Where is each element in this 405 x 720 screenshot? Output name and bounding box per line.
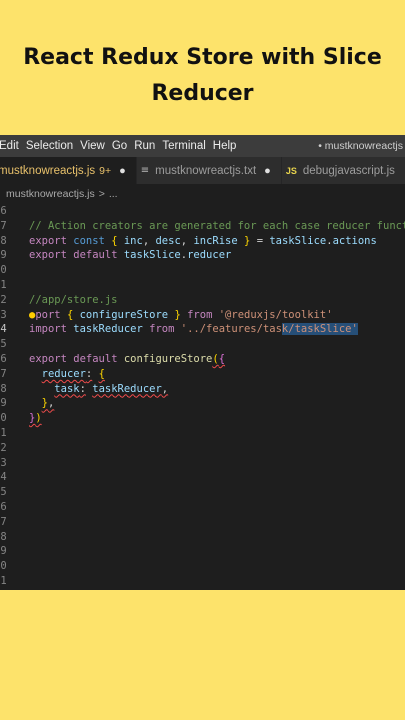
tab-mustknowreactjs-js[interactable]: mustknowreactjs.js 9+ ●	[0, 157, 137, 184]
line-number: 39	[0, 249, 7, 262]
code-token: const	[73, 234, 105, 247]
code-token: export	[29, 353, 67, 365]
chevron-right-icon: >	[98, 188, 105, 200]
menu-terminal[interactable]: Terminal	[161, 140, 211, 152]
code-token: reducer	[187, 249, 232, 262]
code-token: inc	[123, 234, 143, 247]
code-token: taskSlice	[269, 234, 327, 247]
unsaved-dot-icon[interactable]: ●	[264, 165, 271, 177]
breadcrumb-file[interactable]: mustknowreactjs.js	[6, 188, 95, 200]
text-file-icon: ≡	[140, 165, 150, 176]
menu-help[interactable]: Help	[212, 140, 243, 152]
line-number: 47	[0, 367, 7, 380]
menu-run[interactable]: Run	[133, 140, 161, 152]
code-token: '../features/tas	[180, 323, 282, 336]
code-token: configureStore	[123, 353, 213, 365]
code-token: port	[35, 308, 61, 321]
code-token: incRise	[193, 234, 238, 247]
code-token: default	[73, 353, 118, 365]
line-number: 56	[0, 501, 7, 513]
line-number: 55	[0, 486, 7, 499]
menu-edit[interactable]: Edit	[0, 140, 25, 152]
tab-label: mustknowreactjs.txt	[155, 164, 257, 177]
line-number: 58	[0, 530, 7, 543]
line-number: 45	[0, 338, 7, 351]
code-token: actions	[332, 234, 377, 247]
line-number: 42	[0, 293, 7, 306]
line-number: 54	[0, 471, 7, 484]
line-number: 57	[0, 515, 7, 528]
code-token: default	[73, 249, 118, 262]
tab-mustknowreactjs-txt[interactable]: ≡ mustknowreactjs.txt ●	[136, 157, 282, 184]
breadcrumb-more[interactable]: ...	[109, 188, 118, 200]
code-token: '@reduxjs/toolkit'	[218, 308, 333, 321]
code-token: taskReducer	[92, 382, 162, 395]
tab-label: mustknowreactjs.js	[0, 164, 96, 177]
code-token: task	[54, 382, 80, 395]
line-number: 53	[0, 456, 7, 469]
code-token: desc	[155, 234, 181, 247]
code-token: from	[187, 308, 213, 321]
line-number: 38	[0, 234, 7, 247]
line-number: 61	[0, 575, 7, 587]
code-token: taskSlice	[123, 249, 181, 262]
problems-badge: 9+	[99, 164, 112, 177]
menu-view[interactable]: View	[79, 140, 111, 152]
menu-selection[interactable]: Selection	[25, 140, 79, 152]
line-number: 46	[0, 353, 7, 365]
tab-debugjavascript-js[interactable]: JS debugjavascript.js	[281, 157, 405, 184]
line-number: 50	[0, 412, 7, 425]
line-number: 60	[0, 560, 7, 573]
code-token: configureStore	[79, 308, 169, 321]
tab-bar: mustknowreactjs.js 9+ ● ≡ mustknowreactj…	[0, 157, 405, 184]
line-number: 40	[0, 264, 7, 277]
breadcrumb: mustknowreactjs.js > ...	[0, 184, 405, 204]
selected-text: k/taskSlice'	[281, 323, 358, 336]
line-number: 49	[0, 397, 7, 410]
line-number: 44	[0, 323, 7, 336]
code-token: taskReducer	[73, 323, 143, 336]
line-number: 52	[0, 441, 7, 454]
line-number: 48	[0, 382, 7, 395]
page-title: React Redux Store with Slice Reducer	[23, 45, 382, 106]
tab-label: debugjavascript.js	[302, 164, 395, 177]
line-number: 36	[0, 205, 7, 217]
line-number: 43	[0, 308, 7, 321]
code-token: from	[149, 323, 175, 336]
code-token: export	[29, 249, 67, 262]
unsaved-dot-icon[interactable]: ●	[119, 165, 126, 177]
line-number: 41	[0, 279, 7, 291]
vscode-window: Edit Selection View Go Run Terminal Help…	[0, 135, 405, 590]
code-token: export	[29, 234, 67, 247]
menu-go[interactable]: Go	[111, 140, 133, 152]
window-title: • mustknowreactjs	[318, 140, 403, 152]
javascript-file-icon: JS	[285, 165, 297, 176]
code-token: import	[29, 323, 67, 336]
code-token: reducer	[41, 367, 86, 380]
code-comment: //app/store.js	[29, 293, 118, 306]
line-number: 37	[0, 219, 7, 232]
code-comment: // Action creators are generated for eac…	[29, 219, 405, 232]
menu-bar: Edit Selection View Go Run Terminal Help…	[0, 135, 405, 157]
line-number: 59	[0, 545, 7, 558]
line-number: 51	[0, 427, 7, 439]
